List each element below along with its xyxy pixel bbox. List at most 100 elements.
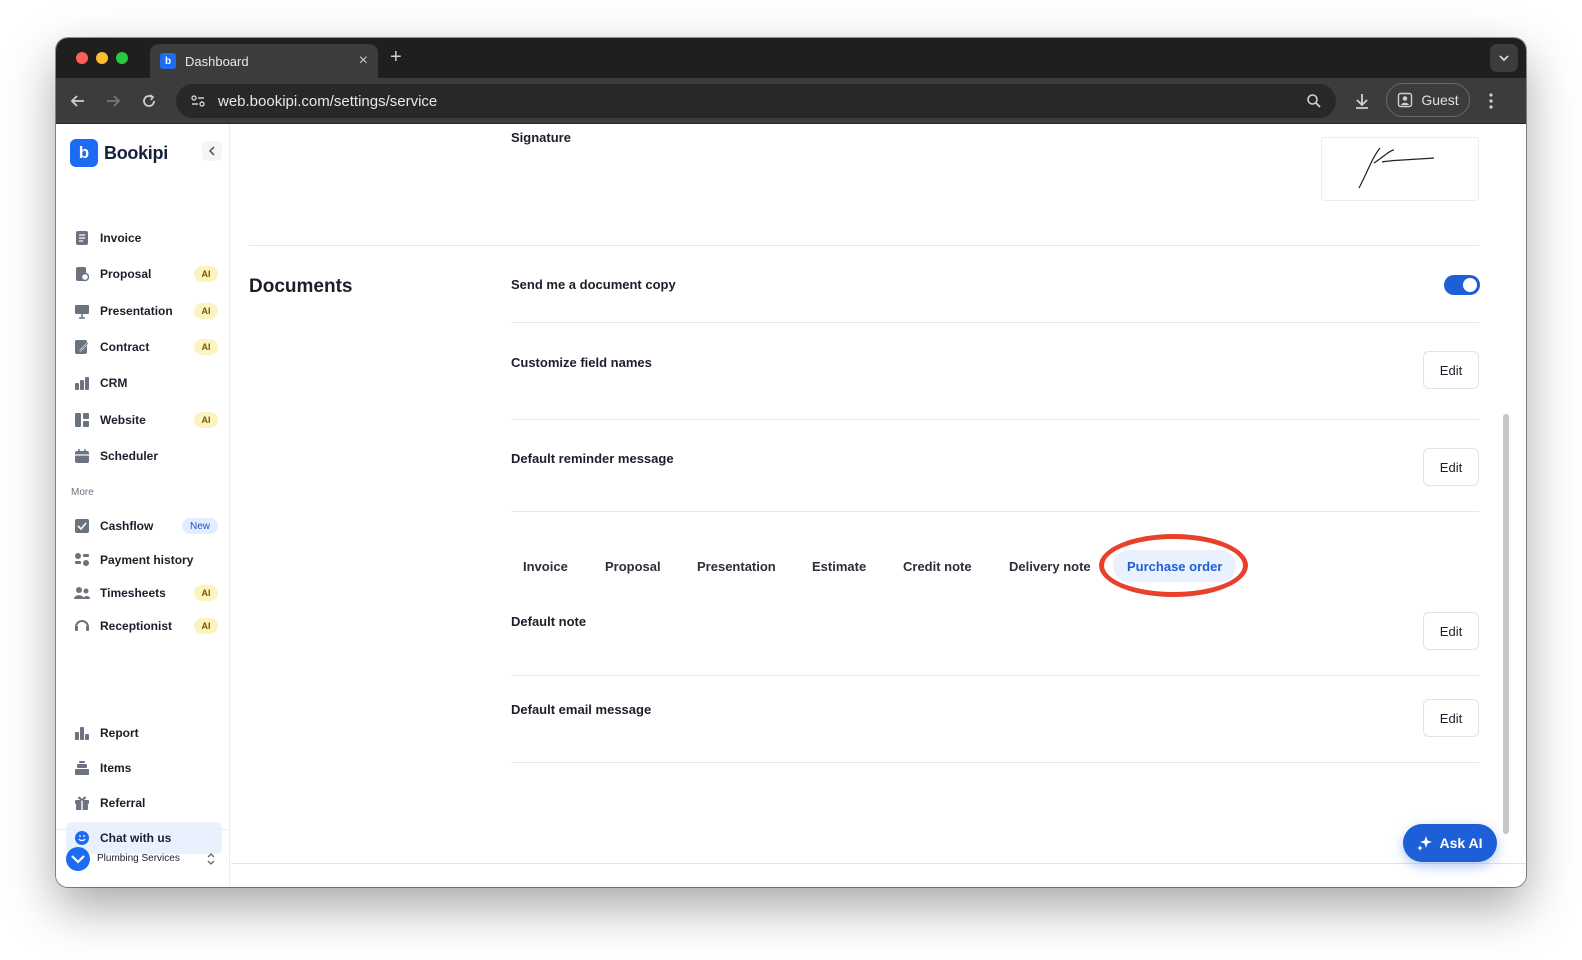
- sparkle-icon: [1417, 836, 1433, 851]
- sidebar-item-presentation[interactable]: Presentation AI: [66, 296, 222, 326]
- vertical-scrollbar[interactable]: [1503, 414, 1509, 834]
- default-reminder-label: Default reminder message: [511, 451, 674, 466]
- close-window-button[interactable]: [76, 52, 88, 64]
- brand-name: Bookipi: [104, 142, 168, 163]
- back-button[interactable]: [68, 91, 88, 111]
- browser-toolbar: web.bookipi.com/settings/service Guest: [56, 78, 1526, 124]
- doc-tab-estimate[interactable]: Estimate: [812, 559, 866, 574]
- edit-field-names-button[interactable]: Edit: [1423, 351, 1479, 389]
- cashflow-icon: [74, 518, 90, 534]
- browser-window: b Dashboard × + web.bookipi.com/settings…: [56, 38, 1526, 887]
- sidebar-item-referral[interactable]: Referral: [66, 788, 222, 818]
- ai-badge: AI: [194, 618, 218, 634]
- sidebar-item-contract[interactable]: Contract AI: [66, 332, 222, 362]
- maximize-window-button[interactable]: [116, 52, 128, 64]
- doc-tab-delivery-note[interactable]: Delivery note: [1009, 559, 1091, 574]
- section-divider: [249, 245, 1479, 246]
- headset-icon: [74, 618, 90, 634]
- sidebar-item-label: Scheduler: [100, 449, 159, 463]
- edit-reminder-button[interactable]: Edit: [1423, 448, 1479, 486]
- sidebar-item-payment-history[interactable]: Payment history: [66, 545, 222, 575]
- invoice-icon: [74, 230, 90, 246]
- sidebar-item-items[interactable]: Items: [66, 753, 222, 783]
- section-title-documents: Documents: [249, 276, 353, 297]
- ai-badge: AI: [194, 339, 218, 355]
- brand[interactable]: b Bookipi: [70, 139, 168, 167]
- doc-tab-credit-note[interactable]: Credit note: [903, 559, 972, 574]
- sidebar-item-label: Receptionist: [100, 619, 173, 633]
- settings-content: Signature Documents Send me a document c…: [231, 124, 1526, 887]
- row-divider: [511, 511, 1479, 512]
- browser-tab[interactable]: b Dashboard ×: [150, 44, 378, 78]
- default-email-label: Default email message: [511, 702, 652, 717]
- highlight-annotation: [1099, 534, 1248, 597]
- site-settings-icon: [191, 95, 205, 107]
- browser-menu-button[interactable]: [1481, 91, 1501, 111]
- row-divider: [511, 675, 1479, 676]
- new-badge: New: [182, 518, 218, 534]
- doc-tab-invoice[interactable]: Invoice: [523, 559, 568, 574]
- doc-tab-presentation[interactable]: Presentation: [697, 559, 776, 574]
- ask-ai-button[interactable]: Ask AI: [1403, 824, 1497, 862]
- sidebar-item-label: Items: [100, 761, 132, 775]
- ask-ai-label: Ask AI: [1439, 835, 1483, 851]
- default-note-label: Default note: [511, 614, 587, 629]
- sidebar-item-cashflow[interactable]: Cashflow New: [66, 511, 222, 541]
- sidebar-item-scheduler[interactable]: Scheduler: [66, 441, 222, 471]
- scheduler-icon: [74, 448, 90, 464]
- toggle-knob: [1463, 278, 1477, 292]
- url-text: web.bookipi.com/settings/service: [218, 92, 438, 110]
- reload-button[interactable]: [139, 91, 159, 111]
- send-copy-label: Send me a document copy: [511, 277, 676, 292]
- downloads-button[interactable]: [1352, 91, 1372, 111]
- sidebar: b Bookipi Invoice Proposal AI Presentati…: [56, 124, 230, 887]
- sidebar-item-receptionist[interactable]: Receptionist AI: [66, 611, 222, 641]
- chevron-left-icon: [209, 146, 215, 156]
- profile-button[interactable]: Guest: [1386, 83, 1470, 117]
- row-divider: [511, 419, 1479, 420]
- collapse-sidebar-button[interactable]: [202, 141, 222, 161]
- sidebar-item-crm[interactable]: CRM: [66, 368, 222, 398]
- content-bottom-border: [231, 863, 1526, 864]
- doc-tab-proposal[interactable]: Proposal: [605, 559, 661, 574]
- company-logo-icon: [66, 846, 90, 871]
- sidebar-item-website[interactable]: Website AI: [66, 405, 222, 435]
- contract-icon: [74, 339, 90, 355]
- download-icon: [1356, 94, 1368, 109]
- sidebar-item-label: Referral: [100, 796, 146, 810]
- signature-label: Signature: [511, 130, 571, 145]
- sidebar-item-report[interactable]: Report: [66, 718, 222, 748]
- chevron-up-down-icon: [207, 852, 215, 865]
- new-tab-button[interactable]: +: [390, 46, 402, 69]
- forward-button[interactable]: [103, 91, 123, 111]
- sidebar-item-proposal[interactable]: Proposal AI: [66, 259, 222, 289]
- sidebar-item-invoice[interactable]: Invoice: [66, 223, 222, 253]
- proposal-icon: [74, 266, 90, 282]
- send-copy-toggle[interactable]: [1444, 275, 1480, 295]
- more-vertical-icon: [1489, 93, 1493, 109]
- tab-search-button[interactable]: [1490, 44, 1518, 72]
- website-icon: [74, 412, 90, 428]
- bookipi-favicon-icon: b: [160, 53, 176, 69]
- bookipi-logo-icon: b: [70, 139, 98, 167]
- timesheets-icon: [74, 585, 90, 601]
- arrow-left-icon: [70, 95, 84, 107]
- company-switcher[interactable]: Plumbing Services: [56, 829, 230, 887]
- row-divider: [511, 322, 1479, 323]
- payment-history-icon: [74, 552, 90, 568]
- signature-image: [1358, 147, 1435, 189]
- chevron-down-icon: [1499, 55, 1509, 62]
- ai-badge: AI: [194, 585, 218, 601]
- sidebar-item-timesheets[interactable]: Timesheets AI: [66, 578, 222, 608]
- edit-email-message-button[interactable]: Edit: [1423, 699, 1479, 737]
- reload-icon: [143, 94, 155, 107]
- address-bar[interactable]: web.bookipi.com/settings/service: [176, 84, 1336, 118]
- tab-close-icon[interactable]: ×: [359, 53, 368, 69]
- row-divider: [511, 762, 1479, 763]
- gift-icon: [74, 795, 90, 811]
- sidebar-item-label: Contract: [100, 340, 150, 354]
- minimize-window-button[interactable]: [96, 52, 108, 64]
- zoom-icon[interactable]: [1306, 93, 1322, 109]
- edit-default-note-button[interactable]: Edit: [1423, 612, 1479, 650]
- signature-preview[interactable]: [1321, 137, 1479, 201]
